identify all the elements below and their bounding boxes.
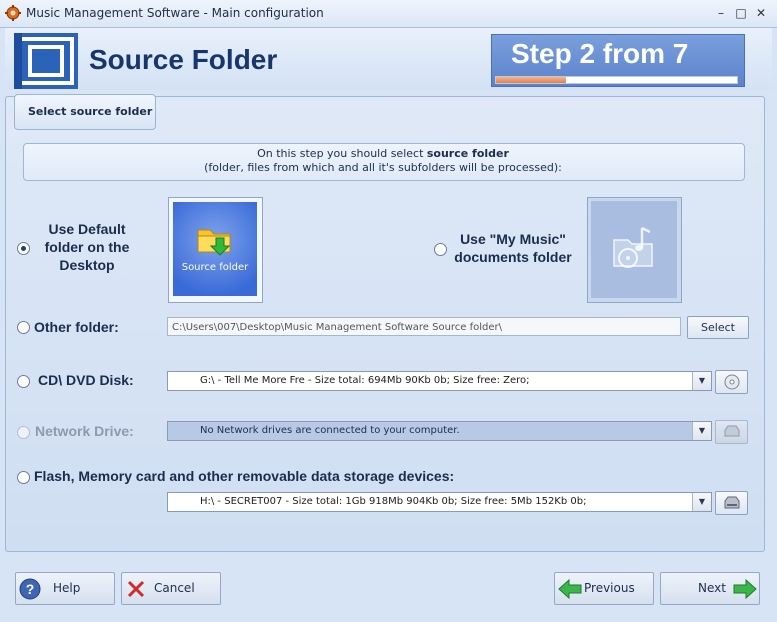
other-folder-path-field[interactable]: C:\Users\007\Desktop\Music Management So… <box>167 317 681 336</box>
info-line-1: On this step you should select source fo… <box>23 147 743 160</box>
info-text: On this step you should select <box>257 147 427 160</box>
network-drive-dropdown-value: No Network drives are connected to your … <box>200 425 460 436</box>
cd-dvd-dropdown-value: G:\ - Tell Me More Fre - Size total: 694… <box>200 375 530 386</box>
option-flash-label: Flash, Memory card and other removable d… <box>34 468 455 484</box>
tab-label: Select source folder <box>28 105 153 118</box>
cd-dvd-refresh-button[interactable] <box>715 370 748 394</box>
option-default-line3: Desktop <box>59 257 115 273</box>
minimize-button[interactable]: – <box>712 4 730 22</box>
step-progress-bar <box>495 76 738 84</box>
maximize-button[interactable]: □ <box>732 4 750 22</box>
close-button[interactable]: ✕ <box>752 4 770 22</box>
arrow-right-icon <box>733 579 757 599</box>
network-refresh-button <box>715 420 748 444</box>
chevron-down-icon[interactable]: ▼ <box>692 493 711 511</box>
radio-default-desktop[interactable] <box>17 242 30 255</box>
page-title: Source Folder <box>89 44 278 75</box>
flash-refresh-button[interactable] <box>715 491 748 515</box>
help-icon: ? <box>19 578 41 600</box>
radio-other-folder[interactable] <box>17 321 30 334</box>
info-line-2: (folder, files from which and all it's s… <box>204 161 562 174</box>
chevron-down-icon[interactable]: ▼ <box>692 372 711 390</box>
option-my-music-line1: Use "My Music" <box>460 231 566 247</box>
svg-text:?: ? <box>26 581 35 597</box>
flash-dropdown-value: H:\ - SECRET007 - Size total: 1Gb 918Mb … <box>200 496 587 507</box>
cancel-button[interactable]: Cancel <box>121 572 221 605</box>
option-default-line1: Use Default <box>48 221 126 237</box>
step-progress-fill <box>496 77 566 83</box>
option-cd-dvd-label: CD\ DVD Disk: <box>38 372 134 388</box>
step-text: Step 2 from 7 <box>511 38 689 69</box>
close-x-icon <box>127 580 145 598</box>
help-button[interactable]: ? Help <box>15 572 115 605</box>
radio-network-drive <box>17 426 30 439</box>
option-default-line2: folder on the <box>44 239 130 255</box>
radio-cd-dvd[interactable] <box>17 375 30 388</box>
radio-my-music[interactable] <box>434 243 447 256</box>
cd-dvd-dropdown[interactable]: G:\ - Tell Me More Fre - Size total: 694… <box>167 371 712 391</box>
option-my-music-line2: documents folder <box>454 249 572 265</box>
wizard-logo-icon <box>14 33 78 89</box>
default-folder-tile-label: Source folder <box>181 262 249 273</box>
next-label: Next <box>698 581 726 595</box>
network-drive-dropdown: No Network drives are connected to your … <box>167 421 712 441</box>
cd-disc-icon <box>724 374 740 390</box>
app-gear-icon <box>5 5 21 21</box>
info-bold-text: source folder <box>426 147 509 160</box>
music-folder-icon <box>613 226 653 268</box>
select-folder-button[interactable]: Select <box>687 316 749 339</box>
cancel-label: Cancel <box>154 581 195 595</box>
next-button[interactable]: Next <box>660 572 760 605</box>
previous-label: Previous <box>584 581 635 595</box>
help-label: Help <box>53 581 81 595</box>
window-title: Music Management Software - Main configu… <box>26 6 324 20</box>
source-folder-icon <box>197 229 231 256</box>
network-drive-icon <box>724 425 740 437</box>
previous-button[interactable]: Previous <box>554 572 654 605</box>
flash-dropdown[interactable]: H:\ - SECRET007 - Size total: 1Gb 918Mb … <box>167 492 712 512</box>
chevron-down-icon: ▼ <box>692 422 711 440</box>
radio-flash[interactable] <box>17 471 30 484</box>
option-network-label: Network Drive: <box>35 423 134 439</box>
arrow-left-icon <box>558 579 582 599</box>
removable-drive-icon <box>724 496 740 509</box>
option-other-folder-label: Other folder: <box>34 319 119 335</box>
